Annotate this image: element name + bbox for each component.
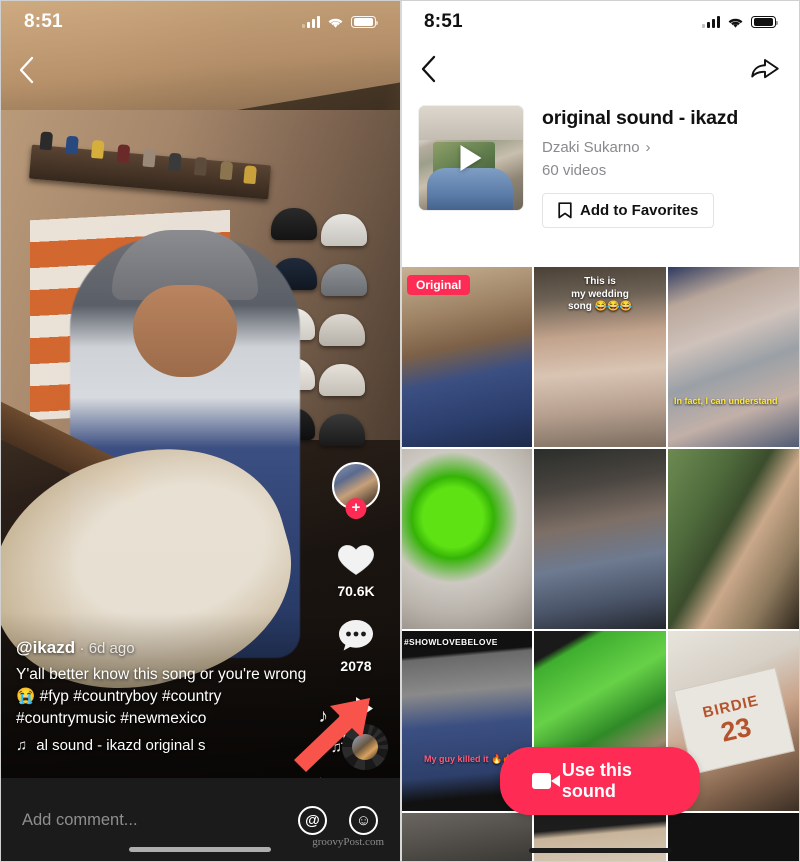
cell-caption-secondary: My guy killed it 🔥🔥: [424, 753, 514, 764]
comment-input[interactable]: Add comment...: [22, 811, 298, 830]
music-note-decor-2: ♫: [330, 739, 342, 756]
right-status-bar: 8:51: [400, 0, 800, 44]
cell-caption: This is my wedding song 😂😂😂: [567, 276, 633, 312]
thumbnail-subject: [427, 168, 513, 210]
dual-phone-screenshot: 8:51 + 70.6K 2078 @ikazd · 6d ago Y'all …: [0, 0, 800, 862]
left-status-bar: 8:51: [0, 0, 400, 44]
grid-cell[interactable]: [534, 449, 666, 629]
watermark: groovyPost.com: [312, 836, 384, 848]
grid-cell[interactable]: [668, 449, 800, 629]
disc-album-art: [352, 734, 378, 760]
sound-metadata: original sound - ikazd Dzaki Sukarno › 6…: [542, 105, 782, 228]
status-time: 8:51: [24, 11, 63, 32]
comment-bubble-icon: [339, 620, 373, 651]
back-chevron-icon: [421, 55, 436, 82]
video-caption-block: @ikazd · 6d ago Y'all better know this s…: [16, 638, 316, 754]
sound-page-nav: [400, 48, 800, 94]
post-timestamp: · 6d ago: [79, 640, 135, 657]
sound-title: original sound - ikazd: [542, 107, 739, 129]
panel-divider: [400, 0, 402, 862]
add-to-favorites-button[interactable]: Add to Favorites: [542, 193, 715, 228]
bookmark-icon: [558, 202, 572, 219]
like-button[interactable]: 70.6K: [336, 542, 376, 599]
status-icons: [302, 15, 379, 29]
grid-cell[interactable]: Original: [400, 267, 532, 447]
chevron-right-icon: ›: [645, 139, 651, 156]
grid-cell[interactable]: This is my wedding song 😂😂😂: [534, 267, 666, 447]
share-button[interactable]: [750, 56, 780, 87]
favorites-label: Add to Favorites: [580, 202, 699, 219]
left-phone-video-screen: 8:51 + 70.6K 2078 @ikazd · 6d ago Y'all …: [0, 0, 400, 862]
music-marquee-text: al sound - ikazd original s: [36, 737, 206, 754]
play-triangle-icon: [460, 145, 482, 171]
grid-cell[interactable]: [534, 813, 666, 862]
battery-full-icon: [351, 15, 379, 29]
car-interior-top: [419, 106, 523, 140]
music-marquee[interactable]: ♫ al sound - ikazd original s: [16, 737, 266, 754]
video-count: 60 videos: [542, 162, 607, 179]
comment-bar-icons: @ ☺: [298, 805, 378, 835]
music-note-decor-1: ♪: [318, 706, 329, 727]
cellular-bars-icon: [302, 16, 320, 28]
use-this-sound-button[interactable]: Use this sound: [500, 747, 700, 815]
video-camera-icon: [532, 773, 560, 789]
right-phone-sound-page: 8:51 original sound - ikazd Dzaki Sukarn…: [400, 0, 800, 862]
share-arrow-icon: [751, 58, 779, 78]
cell-caption: In fact, I can understand: [674, 395, 778, 406]
emoji-smiley-icon[interactable]: ☺: [349, 805, 378, 835]
creator-avatar[interactable]: +: [332, 462, 380, 519]
status-icons: [702, 15, 779, 29]
sound-artist-link[interactable]: Dzaki Sukarno ›: [542, 139, 782, 156]
cellular-bars-icon: [702, 16, 720, 28]
back-button[interactable]: [420, 55, 436, 88]
share-arrow-icon: [339, 697, 373, 720]
sound-thumbnail[interactable]: [418, 105, 524, 211]
use-sound-label: Use this sound: [561, 760, 632, 801]
home-indicator: [129, 847, 271, 852]
grid-cell[interactable]: [668, 813, 800, 862]
music-note-icon: ♫: [16, 737, 28, 754]
status-time: 8:51: [424, 11, 463, 32]
author-username[interactable]: @ikazd: [16, 638, 75, 657]
follow-button[interactable]: +: [345, 498, 367, 519]
grid-cell[interactable]: In fact, I can understand: [668, 267, 800, 447]
wifi-icon: [728, 18, 743, 28]
comment-button[interactable]: 2078: [337, 617, 375, 674]
home-indicator: [529, 848, 671, 853]
comment-count: 2078: [340, 658, 372, 674]
heart-icon: [337, 544, 375, 576]
cell-caption: #SHOWLOVEBELOVE: [404, 637, 498, 647]
grid-cell[interactable]: [400, 813, 532, 862]
at-mention-icon[interactable]: @: [298, 805, 327, 835]
caption-hashtags[interactable]: 😭 #fyp #countryboy #country #countrymusi…: [16, 686, 316, 730]
grid-cell[interactable]: [400, 449, 532, 629]
sound-header: original sound - ikazd Dzaki Sukarno › 6…: [400, 105, 800, 228]
back-chevron-icon: [19, 56, 34, 84]
wifi-icon: [328, 18, 343, 28]
subject-face: [133, 285, 237, 377]
caption-text: Y'all better know this song or you're wr…: [16, 666, 307, 683]
spinning-record-disc[interactable]: [342, 724, 388, 770]
video-action-rail: + 70.6K 2078 1: [320, 462, 392, 747]
battery-full-icon: [751, 15, 779, 29]
back-button[interactable]: [18, 56, 34, 89]
birdie-line2: 23: [717, 711, 754, 748]
original-badge: Original: [407, 275, 471, 295]
like-count: 70.6K: [337, 583, 375, 599]
artist-name: Dzaki Sukarno: [542, 139, 640, 156]
